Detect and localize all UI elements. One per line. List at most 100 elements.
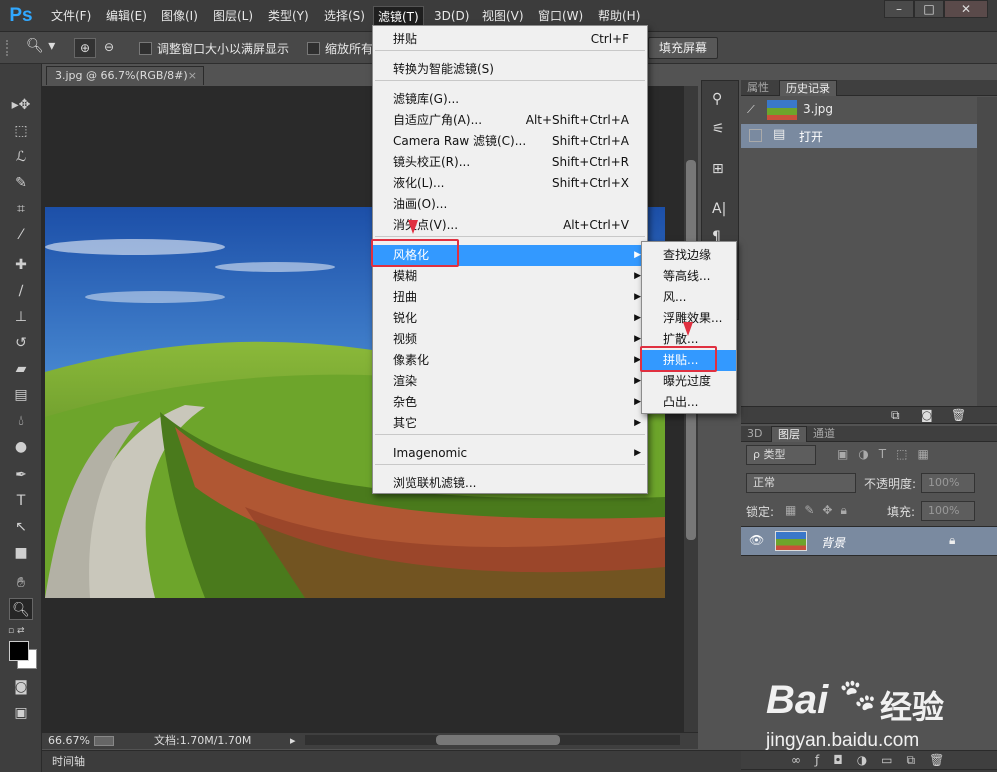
filter-menu-item[interactable]: 锐化 ▶ [373, 308, 647, 329]
menu-image[interactable]: 图像(I) [157, 6, 202, 26]
zoom-tool-preset-icon[interactable]: 🔍︎ ▾ [26, 38, 60, 58]
clone-source-icon[interactable]: ⊞ [712, 161, 724, 177]
history-snapshot[interactable]: ⟋ 3.jpg [741, 97, 977, 124]
zoom-out-icon[interactable]: ⊖ [98, 38, 120, 58]
clone-stamp-tool-icon[interactable]: ⊥ [9, 306, 33, 328]
filter-menu-item[interactable]: 拼贴 Ctrl+F [373, 29, 647, 50]
filter-menu-item[interactable]: 风格化 ▶ [373, 245, 647, 266]
document-tab[interactable]: 3.jpg @ 66.7%(RGB/8#) × [46, 66, 204, 85]
character-panel-icon[interactable]: A| [712, 201, 726, 217]
type-tool-icon[interactable]: T [9, 490, 33, 512]
brush-tool-icon[interactable]: ∕ [9, 280, 33, 302]
horizontal-scroll-thumb[interactable] [436, 735, 560, 745]
lock-options-icons[interactable]: ▦✎✥🔒︎ [785, 503, 855, 518]
blend-mode-select[interactable]: 正常 [746, 473, 856, 493]
filter-menu-item[interactable]: 渲染 ▶ [373, 371, 647, 392]
filter-menu-item[interactable]: 油画(O)... [373, 194, 647, 215]
fill-input[interactable]: 100% [921, 501, 975, 521]
tab-properties[interactable]: 属性 [741, 80, 775, 96]
menu-window[interactable]: 窗口(W) [534, 6, 587, 26]
screen-mode-icon[interactable]: ▣ [9, 702, 33, 724]
filter-menu-item[interactable]: 镜头校正(R)... Shift+Ctrl+R [373, 152, 647, 173]
stylize-menu-item[interactable]: 等高线... [642, 266, 736, 287]
tab-history[interactable]: 历史记录 [779, 80, 837, 96]
filter-menu-item[interactable]: 像素化 ▶ [373, 350, 647, 371]
zoom-level[interactable]: 66.67% [48, 733, 90, 749]
menu-filter[interactable]: 滤镜(T) [373, 6, 424, 26]
stylize-menu-item[interactable]: 凸出... [642, 392, 736, 413]
tab-layers[interactable]: 图层 [771, 426, 807, 442]
stylize-menu-item[interactable]: 风... [642, 287, 736, 308]
maximize-button[interactable]: □ [914, 0, 944, 18]
dodge-tool-icon[interactable]: ● [9, 436, 33, 458]
filter-menu-item[interactable]: 模糊 ▶ [373, 266, 647, 287]
close-window-button[interactable]: ✕ [944, 0, 988, 18]
history-scrollbar[interactable] [977, 97, 997, 407]
layer-row[interactable]: 👁︎ 背景 🔒︎ [741, 526, 997, 556]
move-tool-icon[interactable]: ▸✥ [9, 94, 33, 116]
swap-colors-icon[interactable]: ▫ ⇄ [8, 626, 25, 636]
stylize-menu-item[interactable]: 曝光过度 [642, 371, 736, 392]
brush-panel-icon[interactable]: ⚟ [712, 121, 725, 137]
minimize-button[interactable]: – [884, 0, 914, 18]
crop-tool-icon[interactable]: ⌗ [9, 198, 33, 220]
tab-channels[interactable]: 通道 [807, 426, 841, 442]
fill-screen-button[interactable]: 填充屏幕 [648, 37, 718, 59]
menu-type[interactable]: 类型(Y) [264, 6, 313, 26]
filter-menu-item[interactable]: 液化(L)... Shift+Ctrl+X [373, 173, 647, 194]
eye-icon[interactable]: 👁︎ [749, 533, 764, 547]
quick-mask-icon[interactable]: ◙ [9, 676, 33, 698]
status-menu-arrow-icon[interactable]: ▸ [290, 733, 296, 749]
hand-tool-icon[interactable]: ✋︎ [9, 572, 33, 594]
snapshot-camera-icon[interactable]: ◙ [921, 408, 933, 422]
timeline-label[interactable]: 时间轴 [52, 753, 85, 769]
lasso-tool-icon[interactable]: ℒ [9, 146, 33, 168]
delete-state-icon[interactable]: 🗑︎ [951, 408, 966, 422]
menu-layer[interactable]: 图层(L) [209, 6, 257, 26]
close-tab-icon[interactable]: × [188, 67, 197, 85]
rectangle-tool-icon[interactable]: ■ [9, 542, 33, 564]
quick-select-tool-icon[interactable]: ✎ [9, 172, 33, 194]
marquee-tool-icon[interactable]: ⬚ [9, 120, 33, 142]
filter-menu-item[interactable]: 其它 ▶ [373, 413, 647, 434]
path-selection-tool-icon[interactable]: ↖ [9, 516, 33, 538]
menu-view[interactable]: 视图(V) [478, 6, 528, 26]
menu-3d[interactable]: 3D(D) [430, 6, 473, 26]
eyedropper-tool-icon[interactable]: ⁄ [9, 224, 33, 246]
layer-filter-icons[interactable]: ▣◑T⬚▦ [837, 447, 939, 461]
eraser-tool-icon[interactable]: ▰ [9, 358, 33, 380]
filter-menu-item[interactable]: Imagenomic ▶ [373, 443, 647, 464]
history-entry[interactable]: ▤ 打开 [741, 124, 977, 148]
foreground-color-swatch[interactable] [9, 641, 29, 661]
filter-menu-item[interactable]: 视频 ▶ [373, 329, 647, 350]
stylize-menu-item[interactable]: 拼贴... [642, 350, 736, 371]
history-source-checkbox[interactable] [749, 129, 762, 142]
filter-menu-item[interactable]: 杂色 ▶ [373, 392, 647, 413]
new-document-from-state-icon[interactable]: ⧉ [891, 408, 900, 423]
brush-preset-icon[interactable]: ⚲ [712, 91, 722, 107]
filter-menu-item[interactable]: 扭曲 ▶ [373, 287, 647, 308]
history-brush-tool-icon[interactable]: ↺ [9, 332, 33, 354]
filter-menu-item[interactable]: Camera Raw 滤镜(C)... Shift+Ctrl+A [373, 131, 647, 152]
filter-menu-item[interactable]: 自适应广角(A)... Alt+Shift+Ctrl+A [373, 110, 647, 131]
opacity-input[interactable]: 100% [921, 473, 975, 493]
pen-tool-icon[interactable]: ✒ [9, 464, 33, 486]
zoom-in-icon[interactable]: ⊕ [74, 38, 96, 58]
menu-edit[interactable]: 编辑(E) [102, 6, 151, 26]
zoom-tool-icon[interactable]: 🔍︎ [9, 598, 33, 620]
blur-tool-icon[interactable]: 💧︎ [9, 410, 33, 432]
zoom-all-checkbox[interactable] [307, 42, 320, 55]
menu-help[interactable]: 帮助(H) [594, 6, 644, 26]
healing-brush-tool-icon[interactable]: ✚ [9, 254, 33, 276]
menu-file[interactable]: 文件(F) [47, 6, 95, 26]
stylize-menu-item[interactable]: 查找边缘 [642, 245, 736, 266]
layer-filter-kind[interactable]: ρ 类型 [746, 445, 816, 465]
filter-menu-item[interactable]: 转换为智能滤镜(S) [373, 59, 647, 80]
filter-menu-item[interactable]: 浏览联机滤镜... [373, 473, 647, 494]
snapshot-brush-icon[interactable]: ⟋ [747, 103, 755, 117]
menu-select[interactable]: 选择(S) [320, 6, 369, 26]
resize-window-checkbox[interactable] [139, 42, 152, 55]
gradient-tool-icon[interactable]: ▤ [9, 384, 33, 406]
tab-3d[interactable]: 3D [741, 426, 768, 442]
filter-menu-item[interactable]: 滤镜库(G)... [373, 89, 647, 110]
